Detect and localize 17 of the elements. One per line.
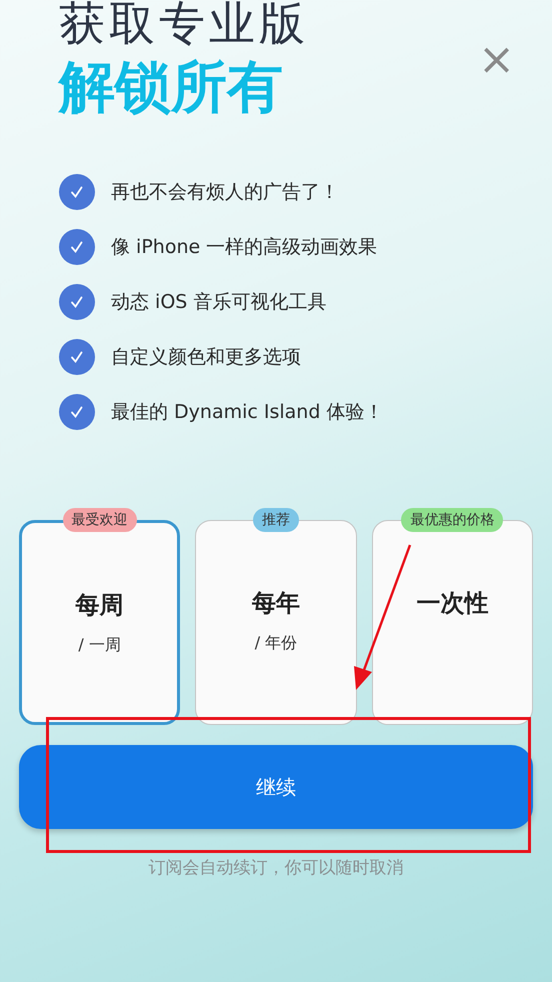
plan-name: 每年 [252,588,300,619]
feature-text: 动态 iOS 音乐可视化工具 [111,290,326,315]
feature-text: 再也不会有烦人的广告了！ [111,180,339,205]
headline: 解锁所有 [59,56,284,120]
renewal-note: 订阅会自动续订，你可以随时取消 [148,857,404,879]
plan-badge: 最优惠的价格 [401,508,504,532]
plan-period: / 年份 [254,633,298,654]
feature-text: 像 iPhone 一样的高级动画效果 [111,235,378,260]
continue-button[interactable]: 继续 [19,745,533,829]
plan-badge: 最受欢迎 [62,508,137,532]
plan-period: / 一周 [78,635,121,656]
title: 获取专业版 [59,0,309,46]
plan-name: 一次性 [416,588,488,619]
feature-text: 最佳的 Dynamic Island 体验！ [111,400,384,425]
feature-text: 自定义颜色和更多选项 [111,345,301,370]
plan-name: 每周 [76,590,124,621]
plan-badge: 推荐 [252,508,299,532]
